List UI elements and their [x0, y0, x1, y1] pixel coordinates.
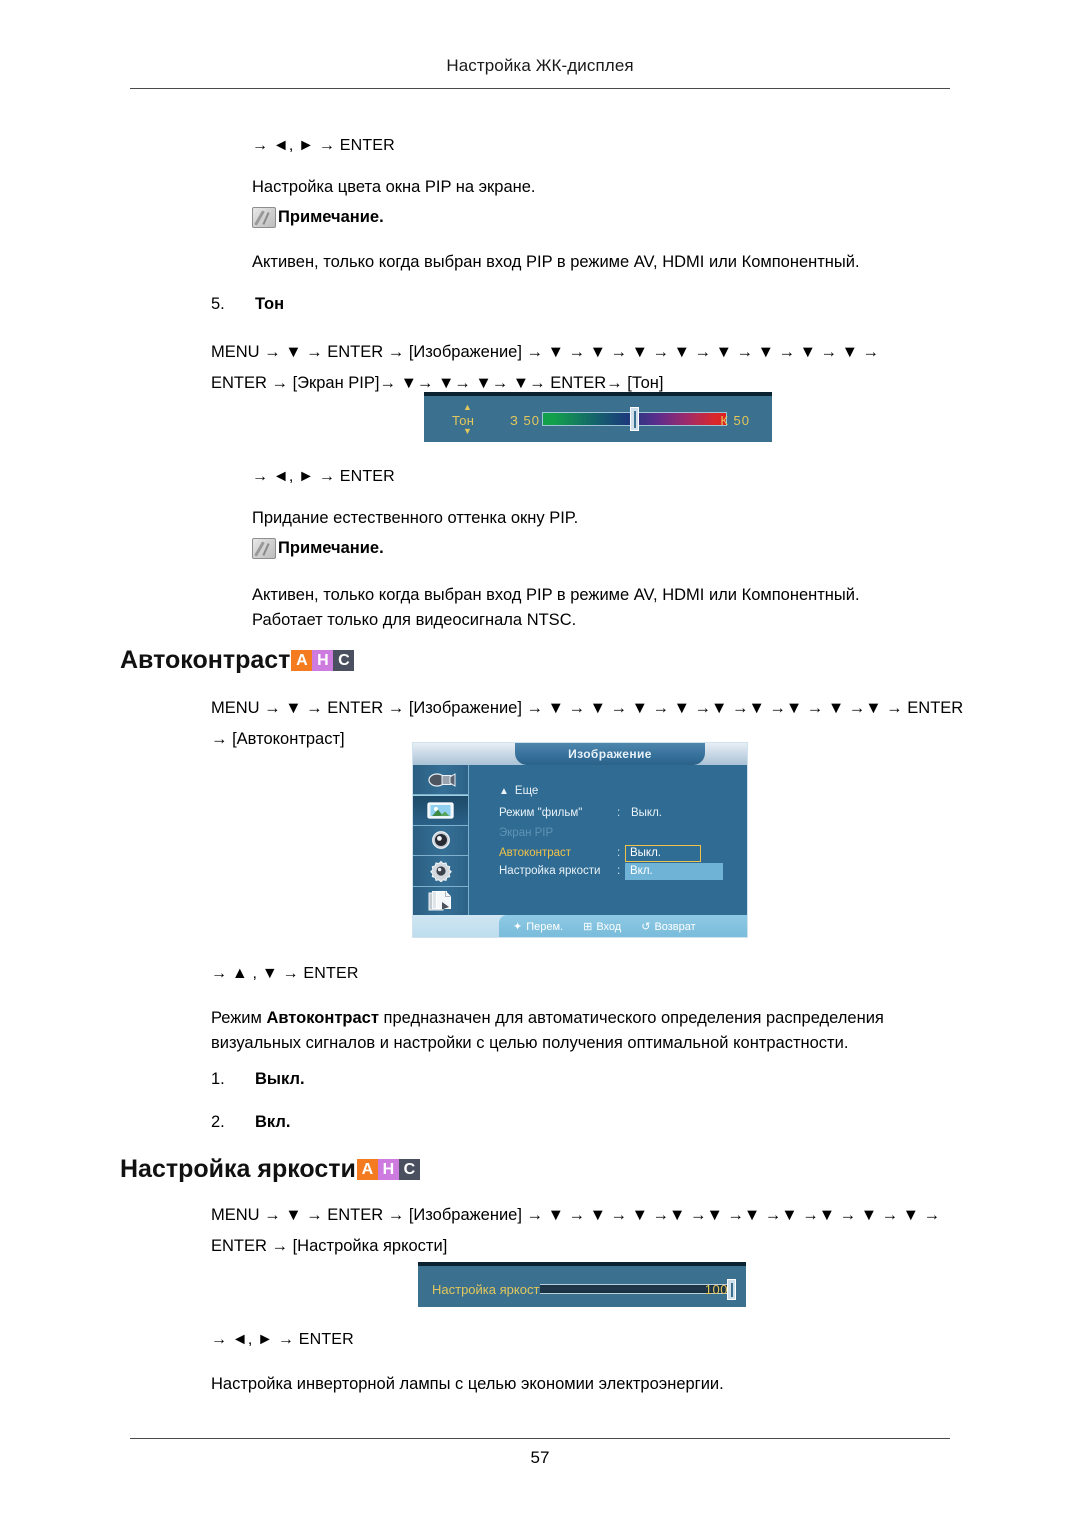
- osd-row-film-mode-label: Режим "фильм": [499, 807, 583, 819]
- osd-footer-hints: ✦ Перем. ⊞ Вход ↺ Возврат: [499, 915, 747, 937]
- osd-picture-menu-panel: Изображение ▲ Еще Режим "фильм": Выкл. …: [412, 742, 748, 938]
- pip-color-key-line: → ◄, ► → ENTER: [252, 137, 395, 154]
- osd-row-film-mode-value: Выкл.: [631, 807, 663, 819]
- osd-tone-slider-panel: ▲ Тон ▼ З 50 К 50: [424, 392, 772, 442]
- tone-key-line: → ◄, ► → ENTER: [252, 468, 395, 485]
- auto-contrast-option-2-number: 2.: [211, 1113, 225, 1131]
- osd-row-pip-screen-label: Экран PIP: [499, 827, 554, 839]
- note-icon: [252, 538, 276, 559]
- auto-contrast-badges: A H C: [291, 650, 355, 671]
- brightness-heading-text: Настройка яркости: [120, 1155, 356, 1183]
- pip-color-note: Примечание.: [252, 205, 384, 230]
- badge-c-icon: C: [398, 1159, 420, 1180]
- osd-menu-body: ▲ Еще Режим "фильм": Выкл. Экран PIP Авток…: [469, 765, 747, 917]
- brightness-osd-value: 100: [704, 1282, 728, 1297]
- tone-list-item: 5. Тон: [211, 295, 284, 314]
- brightness-description: Настройка инверторной лампы с целью экон…: [211, 1375, 724, 1393]
- osd-sidebar-item-picture[interactable]: [413, 795, 468, 826]
- auto-contrast-option-1-number: 1.: [211, 1070, 225, 1088]
- auto-contrast-heading: Автоконтраст A H C: [120, 646, 355, 675]
- osd-row-brightness-sensor-label: Настройка яркости: [499, 865, 601, 877]
- auto-contrast-description-line2: визуальных сигналов и настройки с целью …: [211, 1034, 849, 1052]
- osd-hint-enter: ⊞ Вход: [583, 920, 622, 933]
- auto-contrast-description-line1: Режим Автоконтраст предназначен для авто…: [211, 1009, 884, 1027]
- tone-menu-path-line1: MENU → ▼ → ENTER → [Изображение] → ▼ → ▼…: [211, 343, 880, 361]
- osd-hint-return: ↺ Возврат: [641, 920, 696, 933]
- tone-note: Примечание.: [252, 536, 384, 561]
- tone-description: Придание естественного оттенка окну PIP.: [252, 509, 579, 527]
- brightness-menu-path-line2: ENTER → [Настройка яркости]: [211, 1237, 448, 1255]
- enter-icon: ⊞: [583, 920, 593, 933]
- brightness-badges: A H C: [356, 1159, 420, 1180]
- speaker-icon: [431, 831, 450, 850]
- brightness-menu-path-line1: MENU → ▼ → ENTER → [Изображение] → ▼ → ▼…: [211, 1206, 941, 1224]
- tone-note-text-line2: Работает только для видеосигнала NTSC.: [252, 611, 577, 629]
- osd-more-label: Еще: [514, 785, 539, 797]
- pip-color-description: Настройка цвета окна PIP на экране.: [252, 178, 536, 196]
- osd-row-more[interactable]: ▲ Еще: [499, 785, 538, 797]
- osd-row-pip-screen: Экран PIP: [499, 827, 617, 839]
- chevron-up-icon: ▲: [499, 786, 509, 797]
- header-divider: [130, 88, 950, 89]
- osd-sidebar-item-setup[interactable]: [413, 856, 468, 887]
- osd-sidebar: [413, 765, 469, 917]
- picture-icon: [426, 801, 454, 819]
- osd-row-auto-contrast-label: Автоконтраст: [499, 847, 572, 859]
- brightness-osd-label: Настройка яркости: [432, 1282, 547, 1297]
- note-label: Примечание.: [278, 539, 384, 557]
- osd-row-brightness-sensor[interactable]: Настройка яркости:: [499, 865, 631, 877]
- osd-brightness-sensor-value[interactable]: Вкл.: [625, 863, 723, 880]
- osd-menu-title: Изображение: [515, 743, 705, 765]
- badge-c-icon: C: [333, 650, 355, 671]
- auto-contrast-heading-text: Автоконтраст: [120, 646, 291, 674]
- pip-color-note-text: Активен, только когда выбран вход PIP в …: [252, 253, 860, 271]
- auto-contrast-option-2: 2. Вкл.: [211, 1113, 290, 1132]
- document-page: Настройка ЖК-дисплея → ◄, ► → ENTER Наст…: [0, 0, 1080, 1527]
- badge-a-icon: A: [356, 1159, 378, 1180]
- auto-contrast-option-2-label: Вкл.: [255, 1113, 291, 1131]
- tone-up-arrow-icon[interactable]: ▲: [463, 403, 472, 412]
- brightness-menu-path: MENU → ▼ → ENTER → [Изображение] → ▼ → ▼…: [211, 1200, 986, 1262]
- brightness-slider-knob[interactable]: [727, 1279, 736, 1300]
- tone-slider-knob[interactable]: [630, 407, 639, 431]
- move-icon: ✦: [513, 920, 523, 933]
- osd-auto-contrast-value[interactable]: Выкл.: [625, 845, 701, 862]
- osd-footer-bar: ✦ Перем. ⊞ Вход ↺ Возврат: [413, 915, 747, 937]
- pages-icon: [428, 891, 451, 911]
- badge-h-icon: H: [312, 650, 334, 671]
- tone-green-readout: З 50: [510, 413, 540, 428]
- note-icon: [252, 207, 276, 228]
- projector-icon: [427, 772, 455, 787]
- osd-sidebar-item-multicontrol[interactable]: [413, 887, 468, 917]
- osd-brightness-slider-panel: Настройка яркости 100: [418, 1262, 746, 1307]
- page-number: 57: [530, 1448, 550, 1467]
- auto-contrast-description-bold: Автоконтраст: [266, 1009, 379, 1027]
- brightness-heading: Настройка яркости A H C: [120, 1155, 420, 1184]
- auto-contrast-menu-path-line1: MENU → ▼ → ENTER → [Изображение] → ▼ → ▼…: [211, 699, 964, 717]
- tone-item-number: 5.: [211, 295, 225, 313]
- tone-down-arrow-icon[interactable]: ▼: [463, 427, 472, 436]
- osd-row-auto-contrast[interactable]: Автоконтраст:: [499, 847, 631, 859]
- footer-divider: [130, 1438, 950, 1439]
- osd-sidebar-item-sound[interactable]: [413, 826, 468, 857]
- badge-a-icon: A: [291, 650, 313, 671]
- tone-note-text-line1: Активен, только когда выбран вход PIP в …: [252, 586, 860, 604]
- note-label: Примечание.: [278, 208, 384, 226]
- tone-menu-path: MENU → ▼ → ENTER → [Изображение] → ▼ → ▼…: [211, 337, 971, 399]
- gear-icon: [429, 860, 452, 882]
- auto-contrast-option-1-label: Выкл.: [255, 1070, 305, 1088]
- osd-row-film-mode[interactable]: Режим "фильм": Выкл.: [499, 807, 662, 819]
- tone-red-readout: К 50: [720, 413, 750, 428]
- brightness-key-line: → ◄, ► → ENTER: [211, 1331, 354, 1348]
- osd-sidebar-item-projector[interactable]: [413, 765, 468, 796]
- auto-contrast-key-line: → ▲ , ▼ → ENTER: [211, 965, 359, 982]
- tone-item-title: Тон: [255, 295, 285, 313]
- osd-hint-move: ✦ Перем.: [513, 920, 564, 933]
- auto-contrast-option-1: 1. Выкл.: [211, 1070, 305, 1089]
- return-icon: ↺: [641, 920, 651, 933]
- badge-h-icon: H: [377, 1159, 399, 1180]
- page-header-title: Настройка ЖК-дисплея: [446, 56, 634, 75]
